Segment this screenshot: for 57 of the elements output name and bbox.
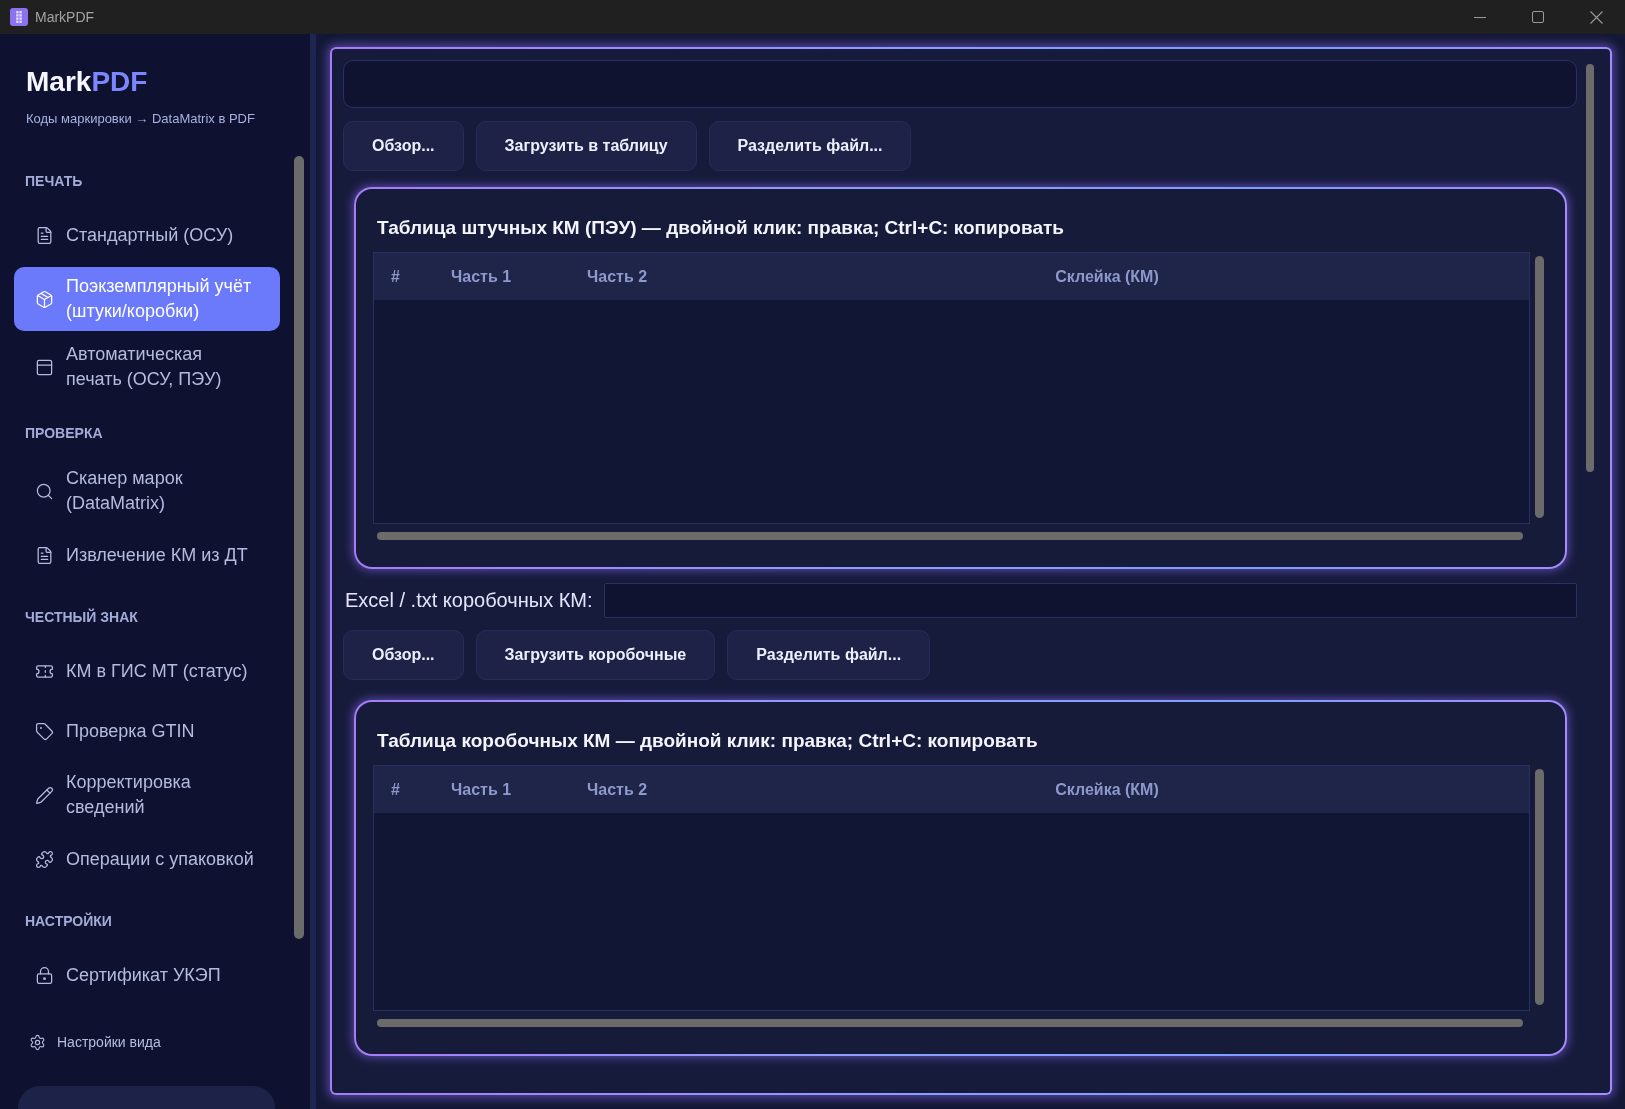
lock-icon bbox=[35, 965, 54, 985]
nav-item[interactable]: Стандартный (ОСУ) bbox=[14, 207, 280, 263]
pencil-icon bbox=[35, 785, 54, 805]
window-title: MarkPDF bbox=[35, 9, 95, 25]
action-button[interactable]: Загрузить в таблицу bbox=[475, 121, 697, 171]
horizontal-scrollbar[interactable] bbox=[377, 1019, 1523, 1027]
section-heading: ПЕЧАТЬ bbox=[25, 173, 83, 190]
nav-item[interactable]: КМ в ГИС МТ (статус) bbox=[14, 643, 280, 699]
maximize-icon bbox=[1532, 11, 1544, 23]
minimize-icon bbox=[1474, 16, 1486, 18]
nav-item[interactable]: Поэкземплярный учёт (штуки/коробки) bbox=[14, 267, 280, 331]
card-title: Таблица штучных КМ (ПЭУ) — двойной клик: правка; Ctrl+C: копировать bbox=[377, 216, 1065, 240]
scrollbar[interactable] bbox=[1586, 64, 1594, 472]
action-button[interactable]: Загрузить коробочные bbox=[475, 630, 716, 680]
section-heading: ПРОВЕРКА bbox=[25, 425, 103, 442]
section-heading: ЧЕСТНЫЙ ЗНАК bbox=[25, 609, 138, 626]
tag-icon bbox=[35, 721, 54, 741]
app-logo-text: MarkPDF bbox=[26, 65, 149, 99]
document-icon bbox=[35, 545, 54, 565]
column-header[interactable]: Часть 2 bbox=[587, 780, 648, 799]
action-button[interactable]: Разделить файл... bbox=[727, 630, 931, 680]
card-title: Таблица коробочных КМ — двойной клик: правка; Ctrl+C: копировать bbox=[377, 729, 1039, 753]
app-icon bbox=[10, 8, 28, 26]
file-path-field[interactable] bbox=[603, 583, 1577, 618]
nav-item[interactable]: Сканер марок (DataMatrix) bbox=[14, 459, 280, 523]
nav-item[interactable]: Сертификат УКЭП bbox=[14, 947, 280, 1003]
column-header[interactable]: Часть 1 bbox=[451, 780, 512, 799]
nav-item[interactable]: Проверка GTIN bbox=[14, 703, 280, 759]
column-header[interactable]: Часть 1 bbox=[451, 267, 512, 286]
field-label: Excel / .txt коробочных КМ: bbox=[345, 589, 593, 612]
app-subtitle: Коды маркировки → DataMatrix в PDF bbox=[26, 111, 256, 127]
file-path-field[interactable] bbox=[343, 60, 1577, 108]
horizontal-scrollbar[interactable] bbox=[377, 532, 1523, 540]
column-header[interactable]: # bbox=[391, 780, 400, 799]
action-button[interactable]: Обзор... bbox=[343, 630, 464, 680]
vertical-scrollbar[interactable] bbox=[1535, 769, 1544, 1005]
column-header[interactable]: Склейка (КМ) bbox=[1055, 780, 1159, 799]
action-button[interactable]: Обзор... bbox=[343, 121, 464, 171]
column-header[interactable]: # bbox=[391, 267, 400, 286]
column-header[interactable]: Склейка (КМ) bbox=[1055, 267, 1159, 286]
nav-item[interactable]: Автоматическая печать (ОСУ, ПЭУ) bbox=[14, 335, 280, 399]
package-icon bbox=[35, 289, 54, 309]
nav-item[interactable]: Корректировка сведений bbox=[14, 763, 280, 827]
section-heading: НАСТРОЙКИ bbox=[25, 913, 112, 930]
document-icon bbox=[35, 225, 54, 245]
nav-item[interactable]: Извлечение КМ из ДТ bbox=[14, 527, 280, 583]
action-button[interactable]: Разделить файл... bbox=[708, 121, 912, 171]
vertical-scrollbar[interactable] bbox=[1535, 256, 1544, 518]
settings-icon bbox=[29, 1033, 46, 1051]
close-icon bbox=[1589, 10, 1603, 24]
puzzle-icon bbox=[35, 849, 54, 869]
magnifier-icon bbox=[35, 481, 54, 501]
nav-item[interactable]: Операции с упаковкой bbox=[14, 831, 280, 887]
window-icon bbox=[35, 357, 54, 377]
scrollbar[interactable] bbox=[294, 156, 304, 939]
settings-link[interactable]: Настройки вида bbox=[29, 1033, 161, 1051]
column-header[interactable]: Часть 2 bbox=[587, 267, 648, 286]
